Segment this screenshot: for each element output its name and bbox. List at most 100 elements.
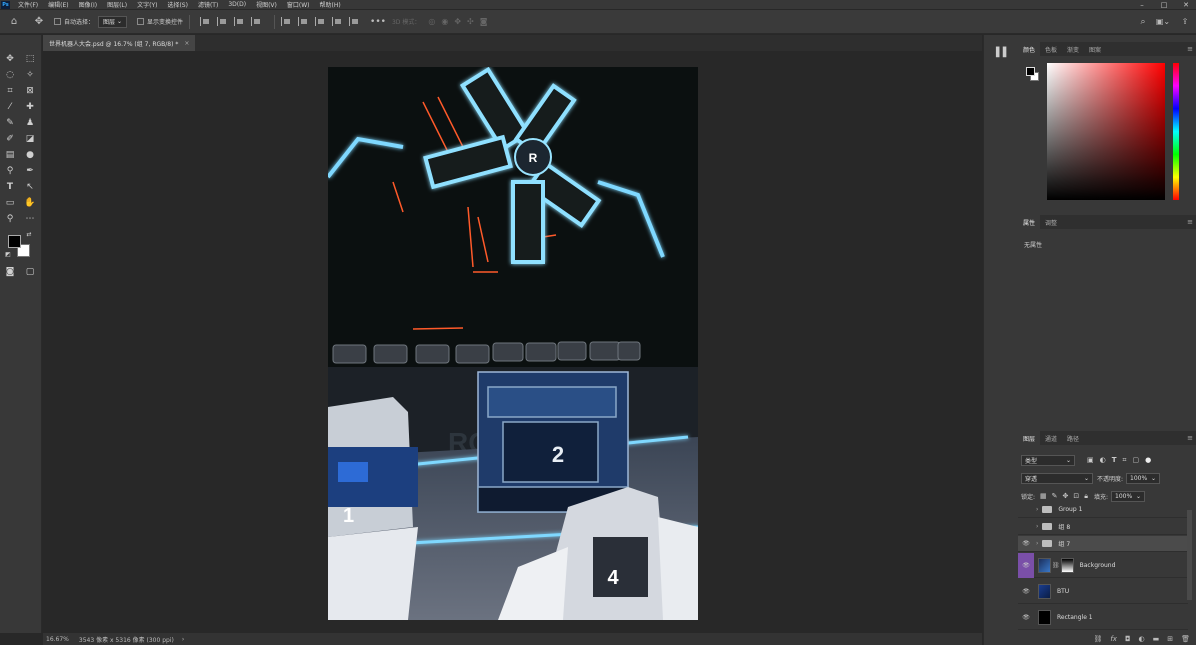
- swap-colors-icon[interactable]: ⇄: [25, 230, 33, 238]
- auto-select-toggle[interactable]: 自动选择： 图层 ⌄: [50, 14, 127, 30]
- menu-window[interactable]: 窗口(W): [287, 0, 310, 9]
- maximize-button[interactable]: □: [1154, 0, 1174, 9]
- brush-tool-icon[interactable]: ✎: [3, 116, 17, 130]
- menu-layer[interactable]: 图层(L): [107, 0, 127, 9]
- lock-image-icon[interactable]: ✎: [1052, 492, 1058, 500]
- fill-field[interactable]: 100% ⌄: [1111, 490, 1146, 502]
- move-tool-icon[interactable]: ✥: [3, 52, 17, 66]
- auto-select-checkbox[interactable]: [54, 18, 61, 25]
- filter-toggle-icon[interactable]: ●: [1145, 456, 1151, 464]
- lock-transparent-icon[interactable]: ▦: [1040, 492, 1047, 500]
- workspace-icon[interactable]: ▣⌄: [1152, 14, 1174, 30]
- link-icon[interactable]: ⛓︎: [1052, 562, 1060, 569]
- blend-mode-dropdown[interactable]: 穿透 ⌄: [1021, 472, 1093, 484]
- menu-type[interactable]: 文字(Y): [137, 0, 157, 9]
- tab-adjustments[interactable]: 调整: [1040, 215, 1062, 229]
- tab-patterns[interactable]: 图案: [1084, 42, 1106, 56]
- eye-icon[interactable]: 👁︎: [1018, 552, 1034, 578]
- expand-arrow-icon[interactable]: ›: [1036, 523, 1038, 530]
- color-panel-menu-icon[interactable]: ≡: [1187, 45, 1193, 53]
- filter-pixel-icon[interactable]: ▣: [1087, 456, 1094, 464]
- 3d-slide-icon[interactable]: ✣: [467, 17, 474, 26]
- filter-smart-object-icon[interactable]: ▢: [1132, 456, 1139, 464]
- tab-paths[interactable]: 路径: [1062, 431, 1084, 445]
- align-vcenter-icon[interactable]: [216, 17, 227, 26]
- rectangle-tool-icon[interactable]: ▭: [3, 196, 17, 210]
- status-menu-arrow-icon[interactable]: ›: [182, 636, 184, 643]
- minimize-button[interactable]: –: [1132, 0, 1152, 9]
- 3d-drag-icon[interactable]: ✥: [454, 17, 461, 26]
- lasso-tool-icon[interactable]: ◌: [3, 68, 17, 82]
- path-select-icon[interactable]: ↖: [23, 180, 37, 194]
- clone-stamp-icon[interactable]: ♟: [23, 116, 37, 130]
- quick-mask-icon[interactable]: ◙: [3, 265, 17, 279]
- layer-row-selected[interactable]: 👁︎ › 组 7: [1018, 536, 1188, 552]
- hue-slider[interactable]: [1173, 63, 1179, 200]
- add-mask-icon[interactable]: ◘: [1125, 635, 1131, 643]
- crop-tool-icon[interactable]: ⌗: [3, 84, 17, 98]
- filter-type-icon[interactable]: T: [1112, 456, 1117, 464]
- menu-file[interactable]: 文件(F): [18, 0, 38, 9]
- color-picker-field[interactable]: [1047, 63, 1165, 200]
- panel-foreground-swatch[interactable]: [1026, 67, 1035, 76]
- show-transform-checkbox[interactable]: [136, 18, 144, 25]
- tab-swatches[interactable]: 色板: [1040, 42, 1062, 56]
- eye-icon[interactable]: 👁︎: [1018, 579, 1034, 604]
- new-group-icon[interactable]: ▬: [1153, 635, 1160, 643]
- layer-filter-dropdown[interactable]: 类型 ⌄: [1021, 454, 1075, 466]
- layers-scrollbar[interactable]: [1187, 510, 1192, 600]
- align-top-icon[interactable]: [199, 17, 210, 26]
- menu-select[interactable]: 选择(S): [167, 0, 188, 9]
- eyedropper-icon[interactable]: ⁄: [3, 100, 17, 114]
- layer-row[interactable]: › 组 8: [1018, 519, 1188, 535]
- pen-tool-icon[interactable]: ✒: [23, 164, 37, 178]
- home-icon[interactable]: ⌂: [0, 14, 28, 30]
- edit-toolbar-icon[interactable]: ⋯: [23, 212, 37, 226]
- menu-edit[interactable]: 编辑(E): [48, 0, 68, 9]
- magic-wand-icon[interactable]: ✧: [23, 68, 37, 82]
- lock-position-icon[interactable]: ✥: [1063, 492, 1069, 500]
- zoom-tool-icon[interactable]: ⚲: [3, 212, 17, 226]
- gradient-tool-icon[interactable]: ▤: [3, 148, 17, 162]
- hand-tool-icon[interactable]: ✋: [23, 196, 37, 210]
- close-tab-icon[interactable]: ×: [184, 40, 189, 47]
- 3d-camera-icon[interactable]: ◙: [480, 17, 488, 26]
- tab-properties[interactable]: 属性: [1018, 215, 1041, 229]
- auto-select-dropdown[interactable]: 图层 ⌄: [98, 15, 127, 28]
- tab-color[interactable]: 颜色: [1018, 42, 1041, 56]
- align-left-icon[interactable]: [250, 17, 261, 26]
- healing-brush-icon[interactable]: ✚: [23, 100, 37, 114]
- blur-tool-icon[interactable]: ●: [23, 148, 37, 162]
- trash-icon[interactable]: 🗑︎: [1181, 635, 1190, 643]
- visibility-toggle-off[interactable]: [1018, 502, 1034, 518]
- marquee-tool-icon[interactable]: ⬚: [23, 52, 37, 66]
- type-tool-icon[interactable]: T: [3, 180, 17, 194]
- share-icon[interactable]: ⇪: [1174, 14, 1196, 30]
- visibility-toggle-off[interactable]: [1018, 519, 1034, 535]
- show-transform-toggle[interactable]: 显示变换控件: [127, 14, 183, 30]
- link-layers-icon[interactable]: ⛓︎: [1093, 635, 1102, 643]
- eye-icon[interactable]: 👁︎: [1018, 536, 1034, 552]
- menu-help[interactable]: 帮助(H): [320, 0, 341, 9]
- document-canvas[interactable]: R RO ER 2 1: [328, 67, 698, 620]
- adjustment-layer-icon[interactable]: ◐: [1139, 635, 1145, 643]
- menu-view[interactable]: 视图(V): [256, 0, 277, 9]
- 3d-rotate-icon[interactable]: ◎: [428, 17, 435, 26]
- expand-arrow-icon[interactable]: ›: [1036, 506, 1038, 513]
- search-icon[interactable]: ⌕: [1134, 14, 1152, 30]
- tab-channels[interactable]: 通道: [1040, 431, 1062, 445]
- distribute-left-icon[interactable]: [280, 17, 291, 26]
- distribute-top-icon[interactable]: [331, 17, 342, 26]
- layer-row[interactable]: 👁︎ Rectangle 1: [1018, 605, 1188, 630]
- opacity-field[interactable]: 100% ⌄: [1126, 472, 1161, 484]
- more-options-icon[interactable]: •••: [366, 14, 390, 30]
- tab-layers[interactable]: 图层: [1018, 431, 1041, 445]
- menu-image[interactable]: 图像(I): [79, 0, 97, 9]
- dodge-tool-icon[interactable]: ⚲: [3, 164, 17, 178]
- eraser-tool-icon[interactable]: ◪: [23, 132, 37, 146]
- layer-row[interactable]: › Group 1: [1018, 502, 1188, 518]
- expand-arrow-icon[interactable]: ›: [1036, 540, 1038, 547]
- filter-shape-icon[interactable]: ⌗: [1123, 456, 1127, 465]
- move-tool-preset-icon[interactable]: ✥: [28, 14, 50, 30]
- eye-icon[interactable]: 👁︎: [1018, 605, 1034, 630]
